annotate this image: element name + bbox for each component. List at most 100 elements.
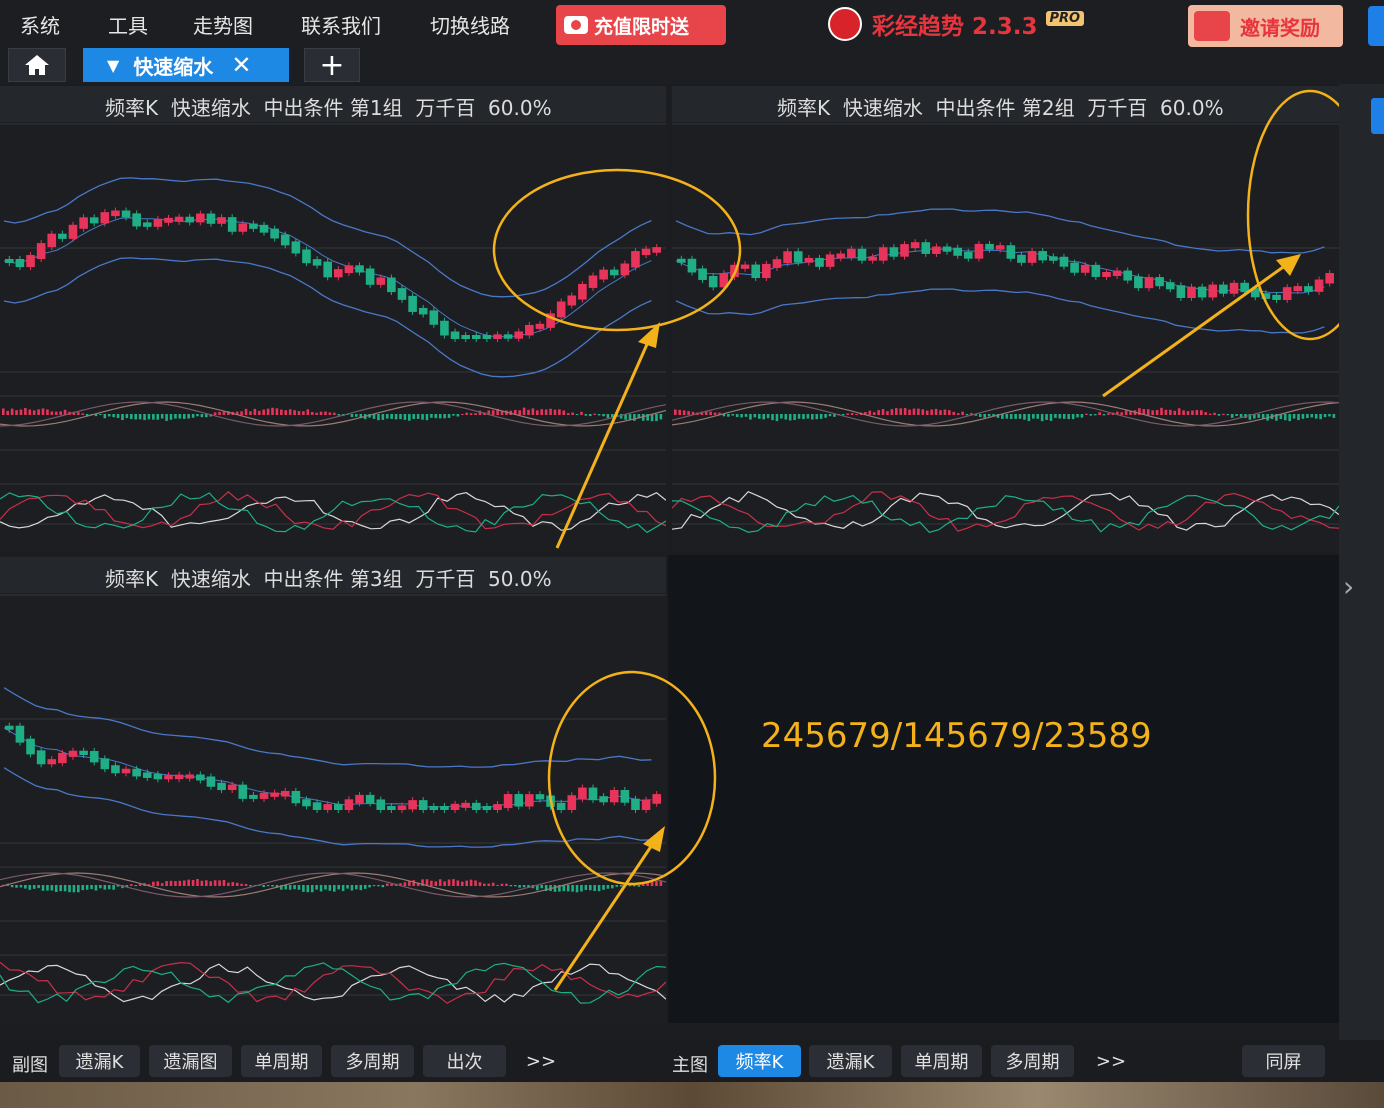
rail-toggle-button[interactable] xyxy=(1371,98,1384,134)
chevron-right-icon[interactable]: › xyxy=(1343,570,1354,603)
sub-btn-single-period[interactable]: 单周期 xyxy=(241,1045,322,1077)
candle xyxy=(900,244,909,257)
macd-bar xyxy=(1102,414,1106,416)
same-screen-button[interactable]: 同屏 xyxy=(1242,1045,1325,1077)
macd-bar xyxy=(562,410,566,415)
macd-bar xyxy=(1310,414,1314,418)
candle xyxy=(1229,282,1239,294)
menu-system[interactable]: 系统 xyxy=(20,10,60,39)
macd-bar xyxy=(381,885,385,888)
candle xyxy=(730,264,739,278)
sub-btn-multi-period[interactable]: 多周期 xyxy=(331,1045,414,1077)
candle xyxy=(1027,251,1037,263)
candle xyxy=(599,796,608,803)
macd-bar xyxy=(646,883,649,886)
menu-contact-us[interactable]: 联系我们 xyxy=(301,10,381,39)
macd-bar xyxy=(430,414,433,418)
macd-bar xyxy=(961,411,964,415)
candle xyxy=(334,269,343,278)
close-icon[interactable]: ✕ xyxy=(231,51,251,79)
main-btn-omission-k[interactable]: 遗漏K xyxy=(809,1045,892,1077)
menu-trend-chart[interactable]: 走势图 xyxy=(193,10,253,39)
home-tab[interactable] xyxy=(8,48,66,82)
sub-more-button[interactable]: >> xyxy=(515,1045,567,1077)
candle xyxy=(355,794,364,804)
macd-bar xyxy=(500,883,504,886)
chart-pane-2: 频率K 快速缩水 中出条件 第2组 万千百 60.0% xyxy=(672,86,1339,552)
macd-bar xyxy=(460,881,464,886)
macd-bar xyxy=(1257,414,1261,418)
candle xyxy=(153,218,163,227)
macd-bar xyxy=(1199,410,1203,415)
macd-bar xyxy=(90,885,93,890)
sub-chart-label: 副图 xyxy=(12,1055,48,1076)
candle xyxy=(174,216,184,222)
macd-bar xyxy=(1332,414,1336,418)
sub-btn-occurrences[interactable]: 出次 xyxy=(423,1045,506,1077)
candle xyxy=(857,248,867,261)
macd-bar xyxy=(196,414,199,417)
macd-bar xyxy=(288,885,292,890)
menu-tools[interactable]: 工具 xyxy=(108,10,148,39)
sub-btn-omission-k[interactable]: 遗漏K xyxy=(59,1045,140,1077)
pro-badge: PRO xyxy=(1045,10,1085,26)
chart-pane-3-canvas[interactable] xyxy=(0,593,666,1023)
main-btn-single-period[interactable]: 单周期 xyxy=(901,1045,982,1077)
macd-bar xyxy=(165,881,168,886)
macd-bar xyxy=(465,412,468,415)
candle xyxy=(953,247,962,256)
macd-bar xyxy=(6,410,10,415)
recharge-promo-button[interactable]: 充值限时送 xyxy=(556,5,726,45)
macd-bar xyxy=(566,413,570,415)
macd-bar xyxy=(129,884,133,886)
macd-bar xyxy=(1182,410,1185,415)
candle xyxy=(376,799,386,810)
macd-bar xyxy=(121,414,124,421)
main-more-button[interactable]: >> xyxy=(1085,1045,1137,1077)
macd-bar xyxy=(633,414,636,421)
macd-bar xyxy=(434,414,438,419)
tab-quick-reduce[interactable]: ▼ 快速缩水 ✕ xyxy=(83,48,289,82)
menu-switch-line[interactable]: 切换线路 xyxy=(430,10,510,39)
candle xyxy=(111,210,120,217)
candle xyxy=(206,776,216,787)
candle xyxy=(1187,286,1196,298)
macd-bar xyxy=(762,414,765,420)
candle xyxy=(196,213,205,223)
main-btn-multi-period[interactable]: 多周期 xyxy=(991,1045,1074,1077)
macd-bar xyxy=(674,409,677,415)
invite-reward-button[interactable]: 邀请奖励 xyxy=(1188,5,1343,47)
chart-pane-2-canvas[interactable] xyxy=(672,122,1339,552)
macd-bar xyxy=(191,414,195,418)
recharge-promo-label: 充值限时送 xyxy=(594,15,690,38)
macd-bar xyxy=(633,885,636,887)
macd-dif-line xyxy=(672,401,1339,427)
candle xyxy=(535,794,545,800)
macd-bar xyxy=(257,410,261,415)
macd-bar xyxy=(205,880,208,886)
corner-button[interactable] xyxy=(1368,6,1384,46)
brand-name: 彩经趋势 2.3.3 xyxy=(872,14,1038,40)
chevron-down-icon: ▼ xyxy=(107,55,120,75)
macd-bar xyxy=(727,414,730,417)
candle xyxy=(15,258,25,268)
macd-bar xyxy=(806,414,810,419)
macd-bar xyxy=(297,411,301,415)
macd-bar xyxy=(443,414,446,419)
macd-bar xyxy=(917,408,920,415)
sub-btn-omission-chart[interactable]: 遗漏图 xyxy=(149,1045,232,1077)
add-tab-button[interactable]: + xyxy=(304,48,360,83)
candle xyxy=(79,750,88,756)
candle xyxy=(1314,279,1324,292)
main-btn-frequency-k[interactable]: 频率K xyxy=(718,1045,801,1077)
macd-bar xyxy=(50,411,54,415)
annotation-number-text: 245679/145679/23589 xyxy=(761,716,1152,756)
macd-bar xyxy=(129,414,133,420)
macd-bar xyxy=(1146,409,1150,415)
macd-bar xyxy=(244,883,248,886)
macd-bar xyxy=(828,414,832,417)
macd-bar xyxy=(1036,414,1040,419)
chart-pane-1-canvas[interactable] xyxy=(0,122,666,552)
candle xyxy=(429,806,439,810)
macd-bar xyxy=(1032,414,1035,419)
